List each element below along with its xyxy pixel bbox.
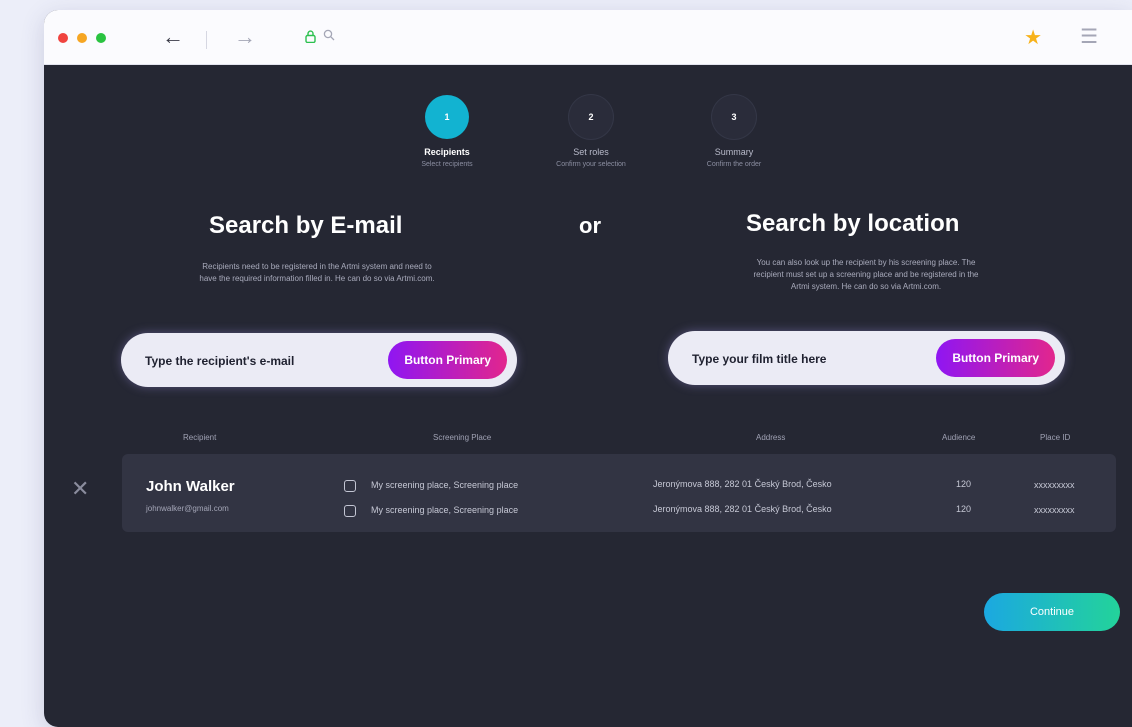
column-header-screening-place: Screening Place xyxy=(433,433,492,442)
place-id-cell: xxxxxxxxx xyxy=(1034,480,1075,490)
description-line: You can also look up the recipient by hi… xyxy=(756,258,976,267)
recipient-name: John Walker xyxy=(146,478,235,495)
browser-toolbar: ← → ★ ☰ xyxy=(44,10,1132,65)
audience-cell: 120 xyxy=(956,479,972,489)
lock-icon xyxy=(305,30,316,46)
screening-place-name: My screening place, Screening place xyxy=(371,480,519,490)
step-subtitle: Confirm your selection xyxy=(556,161,626,168)
email-search-button[interactable]: Button Primary xyxy=(388,341,507,379)
browser-window: ← → ★ ☰ 1 Recipients Select recipients 2… xyxy=(44,10,1132,727)
star-icon[interactable]: ★ xyxy=(1024,25,1042,50)
location-search-input[interactable] xyxy=(690,348,914,370)
or-label: or xyxy=(579,213,601,238)
search-icon[interactable] xyxy=(323,28,335,44)
step-set-roles[interactable]: 2 Set roles Confirm your selection xyxy=(531,95,651,168)
recipient-email: johnwalker@gmail.com xyxy=(146,504,229,513)
location-search-button[interactable]: Button Primary xyxy=(936,339,1055,377)
description-line: have the required information filled in.… xyxy=(199,274,435,283)
step-summary[interactable]: 3 Summary Confirm the order xyxy=(674,95,794,168)
step-recipients[interactable]: 1 Recipients Select recipients xyxy=(387,95,507,168)
toolbar-divider xyxy=(206,31,207,49)
email-search-input[interactable] xyxy=(143,350,367,372)
search-email-description: Recipients need to be registered in the … xyxy=(142,261,492,285)
step-subtitle: Confirm the order xyxy=(706,161,762,168)
column-header-address: Address xyxy=(756,433,786,442)
step-number: 1 xyxy=(425,95,469,139)
arrow-right-icon[interactable]: → xyxy=(234,24,256,50)
minimize-window-dot[interactable] xyxy=(77,33,87,43)
remove-row-x-icon[interactable]: ✕ xyxy=(71,476,89,502)
column-header-place-id: Place ID xyxy=(1040,433,1071,442)
audience-cell: 120 xyxy=(956,504,972,514)
step-number: 2 xyxy=(569,95,613,139)
close-window-dot[interactable] xyxy=(58,33,68,43)
description-line: recipient must set up a screening place … xyxy=(753,270,979,279)
column-header-audience: Audience xyxy=(942,433,976,442)
page-content: 1 Recipients Select recipients 2 Set rol… xyxy=(44,65,1132,727)
search-location-description: You can also look up the recipient by hi… xyxy=(696,257,1036,293)
location-search-bar: Button Primary xyxy=(668,331,1065,385)
description-line: Recipients need to be registered in the … xyxy=(202,262,432,271)
step-subtitle: Select recipients xyxy=(421,161,473,168)
arrow-left-icon[interactable]: ← xyxy=(162,24,184,50)
table-row: John Walker johnwalker@gmail.com My scre… xyxy=(122,454,1116,532)
screening-place-checkbox[interactable] xyxy=(344,480,356,492)
search-location-heading: Search by location xyxy=(746,210,960,237)
place-id-cell: xxxxxxxxx xyxy=(1034,505,1075,515)
screening-place-checkbox[interactable] xyxy=(344,505,356,517)
address-cell: Jeronýmova 888, 282 01 Český Brod, Česko xyxy=(653,479,832,489)
continue-button[interactable]: Continue xyxy=(984,593,1120,631)
step-number: 3 xyxy=(712,95,756,139)
email-search-bar: Button Primary xyxy=(121,333,517,387)
description-line: Artmi system. He can do so via Artmi.com… xyxy=(790,282,942,291)
step-title: Summary xyxy=(714,147,754,157)
hamburger-menu-icon[interactable]: ☰ xyxy=(1080,24,1098,49)
maximize-window-dot[interactable] xyxy=(96,33,106,43)
search-email-heading: Search by E-mail xyxy=(209,212,403,239)
screening-place-name: My screening place, Screening place xyxy=(371,505,519,515)
step-title: Set roles xyxy=(573,147,609,157)
address-cell: Jeronýmova 888, 282 01 Český Brod, Česko xyxy=(653,504,832,514)
step-title: Recipients xyxy=(424,147,470,157)
column-header-recipient: Recipient xyxy=(183,433,217,442)
